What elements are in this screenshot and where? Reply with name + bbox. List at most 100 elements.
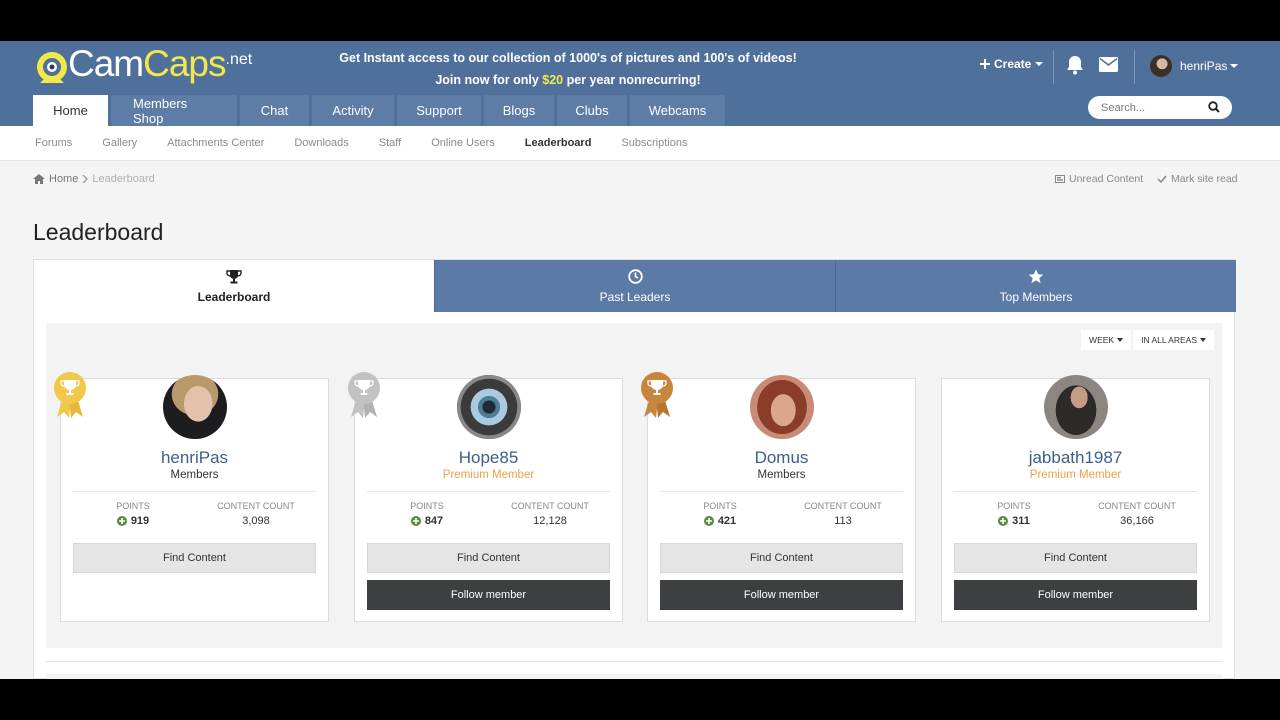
subnav-item-downloads[interactable]: Downloads: [294, 137, 348, 149]
star-icon: [1028, 269, 1044, 283]
member-group: Premium Member: [1029, 469, 1122, 481]
find-content-button[interactable]: Find Content: [954, 543, 1197, 573]
plus-circle-icon: [703, 516, 714, 526]
period-filter[interactable]: Week: [1081, 330, 1132, 350]
subnav-item-staff[interactable]: Staff: [379, 137, 401, 149]
area-filter[interactable]: In All Areas: [1133, 330, 1214, 350]
leader-card: Domus Members Points 421 Content Count 1…: [641, 372, 916, 622]
member-avatar[interactable]: [1043, 375, 1108, 439]
plus-circle-icon: [410, 516, 421, 526]
nav-tab-chat[interactable]: Chat: [240, 95, 309, 126]
logo-cam: Cam: [68, 43, 144, 84]
leader-card: henriPas Members Points 919 Content Coun…: [54, 372, 329, 622]
caret-down-icon: [1035, 62, 1044, 66]
mark-site-read-link[interactable]: Mark site read: [1157, 173, 1238, 185]
promo-banner: Get Instant access to our collection of …: [318, 47, 818, 91]
check-icon: [1157, 175, 1167, 183]
subnav-item-attachments-center[interactable]: Attachments Center: [167, 137, 264, 149]
site-logo-text[interactable]: CamCaps.net: [68, 43, 252, 85]
nav-tab-clubs[interactable]: Clubs: [557, 95, 627, 126]
member-name[interactable]: henriPas: [61, 448, 328, 468]
gold-ribbon-icon: [54, 372, 86, 418]
leader-card: Hope85 Premium Member Points 847 Content…: [348, 372, 623, 622]
promo-price: $20: [542, 73, 564, 87]
trophy-icon: [226, 269, 242, 283]
plus-icon: [980, 59, 990, 69]
content-count-stat: Content Count 113: [804, 501, 882, 527]
home-icon: [33, 174, 45, 184]
points-stat: Points 919: [116, 501, 150, 527]
member-group: Premium Member: [442, 469, 535, 481]
leaderboard-filters: Week In All Areas: [1081, 330, 1214, 350]
promo-line-1: Get Instant access to our collection of …: [339, 51, 797, 65]
unread-content-link[interactable]: Unread Content: [1055, 173, 1143, 185]
leaderboard-container: Leaderboard Past Leaders Top Members Wee…: [33, 259, 1236, 679]
tab-past-leaders[interactable]: Past Leaders: [434, 260, 835, 312]
find-content-button[interactable]: Find Content: [660, 543, 903, 573]
subnav-item-forums[interactable]: Forums: [35, 137, 72, 149]
breadcrumb-home[interactable]: Home: [49, 173, 78, 185]
page-title: Leaderboard: [33, 219, 164, 245]
nav-tab-blogs[interactable]: Blogs: [484, 95, 554, 126]
member-avatar[interactable]: [749, 375, 814, 439]
leader-card: jabbath1987 Premium Member Points 311 Co…: [941, 375, 1210, 622]
follow-member-button[interactable]: Follow member: [954, 580, 1197, 610]
envelope-icon[interactable]: [1099, 57, 1118, 72]
member-group: Members: [170, 469, 219, 481]
main-nav: Home Members Shop Chat Activity Support …: [33, 95, 725, 126]
points-stat: Points 847: [410, 501, 444, 527]
header-divider: [1053, 50, 1054, 84]
card-divider: [660, 491, 903, 492]
nav-tab-support[interactable]: Support: [397, 95, 481, 126]
search-icon[interactable]: [1208, 101, 1220, 113]
bell-icon[interactable]: [1066, 55, 1084, 75]
content-count-stat: Content Count 36,166: [1098, 501, 1176, 527]
user-avatar[interactable]: [1150, 55, 1172, 77]
subnav-item-subscriptions[interactable]: Subscriptions: [621, 137, 687, 149]
letterbox-top: [0, 0, 1280, 41]
member-name[interactable]: Hope85: [355, 448, 622, 468]
subnav-item-leaderboard[interactable]: Leaderboard: [525, 137, 592, 149]
letterbox-bottom: [0, 679, 1280, 720]
plus-circle-icon: [998, 516, 1009, 526]
tab-leaderboard[interactable]: Leaderboard: [34, 260, 434, 312]
logo-net: .net: [225, 51, 253, 68]
promo-line-2: Join now for only $20 per year nonrecurr…: [435, 73, 701, 87]
create-button[interactable]: Create: [980, 57, 1044, 71]
site-header: CamCaps.net Get Instant access to our co…: [0, 41, 1280, 126]
member-avatar[interactable]: [456, 375, 521, 439]
member-name[interactable]: Domus: [648, 448, 915, 468]
logo-caps: Caps: [143, 43, 226, 84]
header-divider: [1134, 50, 1135, 84]
content-count-stat: Content Count 3,098: [217, 501, 295, 527]
follow-member-button[interactable]: Follow member: [660, 580, 903, 610]
breadcrumb: Home Leaderboard: [33, 173, 155, 185]
sub-nav: Forums Gallery Attachments Center Downlo…: [0, 126, 1280, 161]
search-input[interactable]: [1101, 101, 1201, 114]
follow-member-button[interactable]: Follow member: [367, 580, 610, 610]
card-divider: [73, 491, 316, 492]
caret-down-icon: [1117, 338, 1124, 342]
leaderboard-panel: Week In All Areas: [46, 323, 1222, 648]
subnav-item-online-users[interactable]: Online Users: [431, 137, 495, 149]
user-menu[interactable]: henriPas: [1180, 59, 1239, 73]
nav-tab-activity[interactable]: Activity: [312, 95, 394, 126]
content-count-stat: Content Count 12,128: [511, 501, 589, 527]
points-stat: Points 311: [997, 501, 1031, 527]
nav-tab-home[interactable]: Home: [33, 95, 108, 126]
points-stat: Points 421: [703, 501, 737, 527]
find-content-button[interactable]: Find Content: [367, 543, 610, 573]
silver-ribbon-icon: [348, 372, 380, 418]
nav-tab-members-shop[interactable]: Members Shop: [111, 95, 237, 126]
caret-down-icon: [1230, 64, 1239, 68]
search-box: [1088, 96, 1232, 119]
subnav-item-gallery[interactable]: Gallery: [102, 137, 137, 149]
find-content-button[interactable]: Find Content: [73, 543, 316, 573]
tab-top-members[interactable]: Top Members: [835, 260, 1236, 312]
nav-tab-webcams[interactable]: Webcams: [630, 95, 725, 126]
member-avatar[interactable]: [162, 375, 227, 439]
member-name[interactable]: jabbath1987: [942, 448, 1209, 468]
unread-icon: [1055, 175, 1065, 183]
chevron-right-icon: [82, 175, 89, 183]
member-group: Members: [757, 469, 806, 481]
